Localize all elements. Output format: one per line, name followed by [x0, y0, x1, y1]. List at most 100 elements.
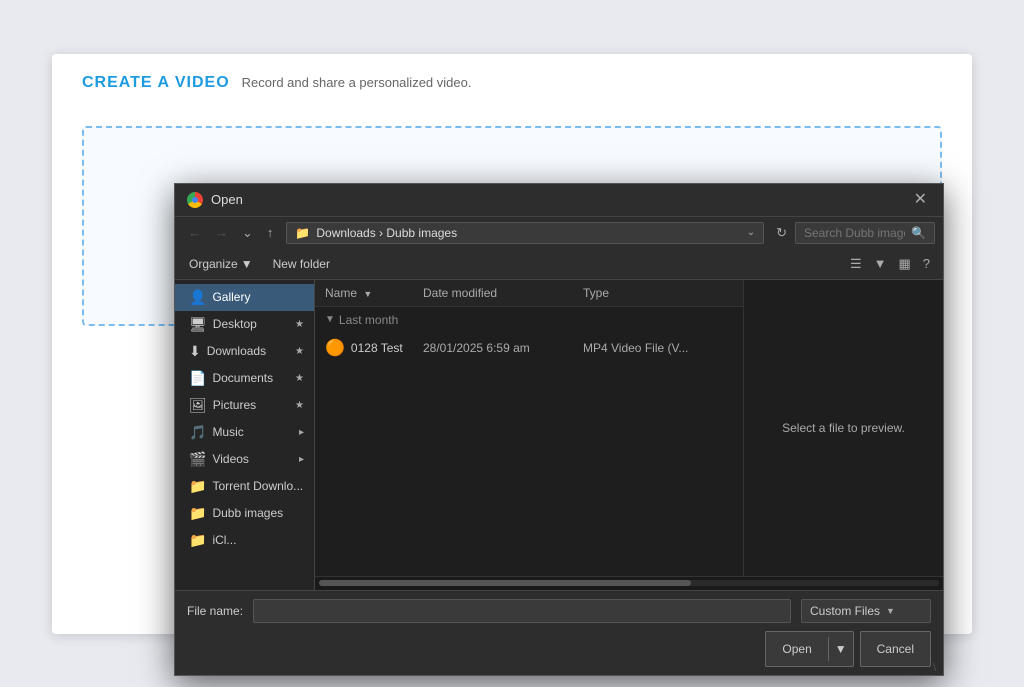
- open-button-arrow[interactable]: ▼: [828, 637, 853, 661]
- back-button[interactable]: ←: [183, 222, 206, 243]
- chrome-icon: [187, 192, 203, 208]
- videos-pin-icon: ▸: [299, 454, 304, 465]
- file-name: 0128 Test: [351, 341, 423, 355]
- page-subtitle: Record and share a personalized video.: [242, 75, 472, 90]
- dropdown-button[interactable]: ⌄: [237, 222, 258, 244]
- page-wrapper: CREATE A VIDEO Record and share a person…: [52, 54, 972, 634]
- resize-handle[interactable]: ∖: [931, 663, 943, 675]
- preview-text: Select a file to preview.: [782, 421, 905, 435]
- scrollbar-track[interactable]: [319, 580, 939, 586]
- sidebar-item-desktop-label: Desktop: [213, 317, 257, 331]
- address-folder-icon: 📁: [295, 226, 310, 240]
- content-preview-row: Name ▼ Date modified Type: [315, 280, 943, 576]
- sidebar-item-documents[interactable]: 📄 Documents ★: [175, 365, 314, 392]
- dialog-main: 👤 Gallery 🖥 Desktop ★ ⬇ Downloads ★: [175, 280, 943, 590]
- organize-dropdown-icon: ▼: [241, 257, 253, 271]
- forward-button[interactable]: →: [210, 222, 233, 243]
- file-list: Name ▼ Date modified Type: [315, 280, 743, 576]
- address-dropdown-icon: ⌄: [747, 227, 755, 238]
- open-button-label: Open: [766, 637, 827, 661]
- documents-pin-icon: ★: [295, 373, 304, 384]
- horizontal-scrollbar[interactable]: [315, 576, 943, 590]
- dialog-titlebar: Open ✕: [175, 184, 943, 217]
- preview-panel: Select a file to preview.: [743, 280, 943, 576]
- col-type-label: Type: [583, 286, 609, 300]
- sidebar-item-icloud-label: iCl...: [212, 533, 236, 547]
- col-type-header[interactable]: Type: [583, 286, 733, 300]
- page-header: CREATE A VIDEO Record and share a person…: [82, 74, 942, 110]
- search-box[interactable]: 🔍: [795, 222, 935, 244]
- organize-button[interactable]: Organize ▼: [183, 255, 259, 273]
- sidebar-item-videos[interactable]: 🎬 Videos ▸: [175, 446, 314, 473]
- pin-icon: ★: [295, 319, 304, 330]
- sidebar-item-downloads[interactable]: ⬇ Downloads ★: [175, 338, 314, 365]
- sidebar-item-dubb[interactable]: 📁 Dubb images: [175, 500, 314, 527]
- page-title: CREATE A VIDEO: [82, 74, 230, 92]
- filename-label: File name:: [187, 604, 243, 618]
- filename-row: File name: Custom Files ▼: [187, 599, 931, 623]
- pictures-icon: 🖼: [189, 397, 207, 414]
- new-folder-button[interactable]: New folder: [267, 255, 336, 273]
- list-view-button[interactable]: ☰: [845, 253, 867, 275]
- sidebar-item-music[interactable]: 🎵 Music ▸: [175, 419, 314, 446]
- titlebar-left: Open: [187, 192, 243, 208]
- col-name-label: Name: [325, 286, 357, 300]
- file-list-header: Name ▼ Date modified Type: [315, 280, 743, 307]
- expand-icon: ▼: [325, 314, 335, 325]
- cancel-button[interactable]: Cancel: [860, 631, 931, 667]
- col-date-header[interactable]: Date modified: [423, 286, 583, 300]
- videos-icon: 🎬: [189, 451, 206, 468]
- dialog-bottom: File name: Custom Files ▼ Open ▼ Cancel: [175, 590, 943, 675]
- dialog-title: Open: [211, 192, 243, 207]
- search-icon: 🔍: [911, 226, 926, 240]
- sidebar-item-documents-label: Documents: [212, 371, 273, 385]
- sidebar-item-pictures-label: Pictures: [213, 398, 256, 412]
- view-dropdown-button[interactable]: ▼: [869, 253, 892, 274]
- upload-area[interactable]: Open ✕ ← → ⌄ ↑ 📁 Downloads › Dubb images…: [82, 126, 942, 326]
- open-button[interactable]: Open ▼: [765, 631, 853, 667]
- dubb-icon: 📁: [189, 505, 206, 522]
- filetype-dropdown-icon: ▼: [886, 606, 895, 616]
- downloads-icon: ⬇: [189, 343, 201, 360]
- sort-icon: ▼: [363, 289, 372, 299]
- col-date-label: Date modified: [423, 286, 497, 300]
- icloud-icon: 📁: [189, 532, 206, 549]
- sidebar-item-downloads-label: Downloads: [207, 344, 266, 358]
- file-type-icon: 🟠: [325, 338, 345, 358]
- address-path: Downloads › Dubb images: [316, 226, 740, 240]
- organize-toolbar: Organize ▼ New folder ☰ ▼ ▦ ?: [175, 249, 943, 280]
- dialog-sidebar: 👤 Gallery 🖥 Desktop ★ ⬇ Downloads ★: [175, 280, 315, 590]
- dialog-close-button[interactable]: ✕: [910, 192, 931, 208]
- refresh-button[interactable]: ↻: [772, 223, 791, 243]
- sidebar-item-gallery[interactable]: 👤 Gallery: [175, 284, 314, 311]
- scrollbar-thumb[interactable]: [319, 580, 691, 586]
- dialog-actions: Open ▼ Cancel: [187, 631, 931, 667]
- sidebar-item-torrent-label: Torrent Downlo...: [212, 479, 303, 493]
- sidebar-item-icloud[interactable]: 📁 iCl...: [175, 527, 314, 554]
- pane-toggle-button[interactable]: ▦: [893, 253, 915, 275]
- sidebar-item-pictures[interactable]: 🖼 Pictures ★: [175, 392, 314, 419]
- organize-label: Organize: [189, 257, 238, 271]
- content-area: Name ▼ Date modified Type: [315, 280, 943, 590]
- desktop-icon: 🖥: [189, 316, 207, 333]
- file-group-last-month[interactable]: ▼ Last month: [315, 307, 743, 333]
- help-button[interactable]: ?: [918, 253, 935, 274]
- file-date: 28/01/2025 6:59 am: [423, 341, 583, 355]
- sidebar-item-torrent[interactable]: 📁 Torrent Downlo...: [175, 473, 314, 500]
- sidebar-item-desktop[interactable]: 🖥 Desktop ★: [175, 311, 314, 338]
- col-name-header[interactable]: Name ▼: [325, 286, 423, 300]
- file-open-dialog: Open ✕ ← → ⌄ ↑ 📁 Downloads › Dubb images…: [174, 183, 944, 676]
- search-input[interactable]: [804, 226, 905, 240]
- filename-input[interactable]: [253, 599, 791, 623]
- address-bar[interactable]: 📁 Downloads › Dubb images ⌄: [286, 222, 764, 244]
- sidebar-item-dubb-label: Dubb images: [212, 506, 283, 520]
- filetype-label: Custom Files: [810, 604, 880, 618]
- table-row[interactable]: 🟠 0128 Test 28/01/2025 6:59 am MP4 Video…: [315, 333, 743, 363]
- sidebar-item-gallery-label: Gallery: [212, 290, 250, 304]
- documents-icon: 📄: [189, 370, 206, 387]
- up-button[interactable]: ↑: [262, 222, 279, 243]
- gallery-icon: 👤: [189, 289, 206, 306]
- filetype-dropdown[interactable]: Custom Files ▼: [801, 599, 931, 623]
- music-icon: 🎵: [189, 424, 206, 441]
- sidebar-item-music-label: Music: [212, 425, 243, 439]
